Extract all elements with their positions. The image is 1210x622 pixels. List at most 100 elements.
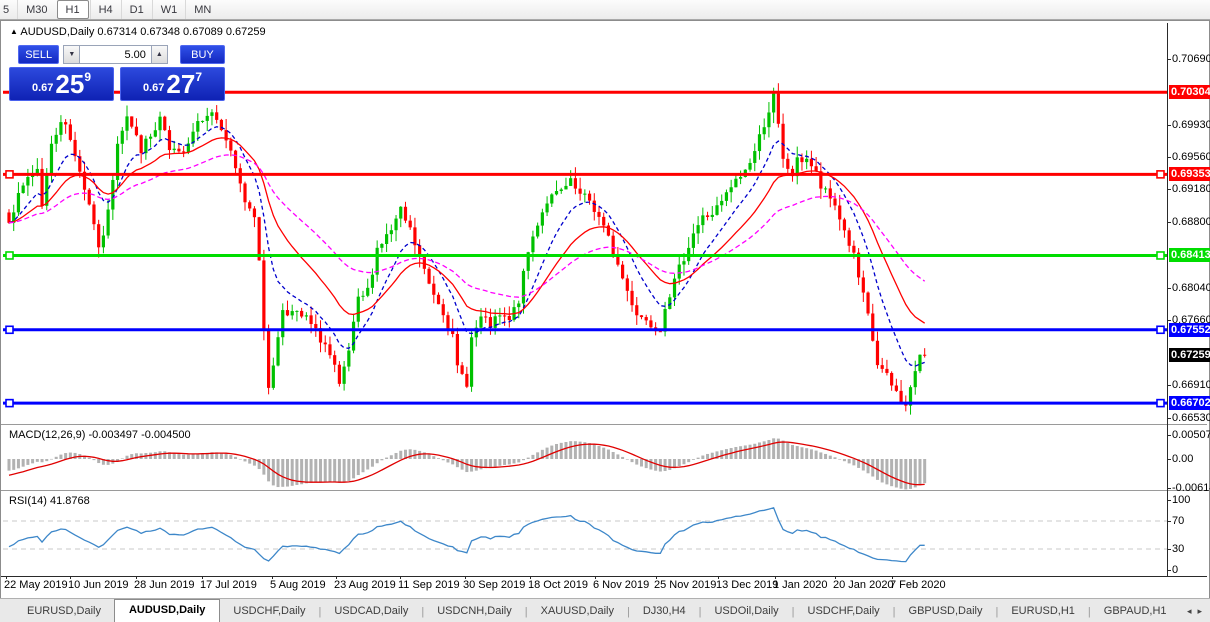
chart-tab-eurusd-h1[interactable]: EURUSD,H1	[998, 601, 1088, 622]
timeframe-button-mn[interactable]: MN	[185, 0, 219, 19]
price-axis-label: 0.68040	[1172, 281, 1210, 294]
time-axis-label: 20 Jan 2020	[833, 579, 894, 591]
rsi-axis-tickmark	[1167, 521, 1171, 522]
price-axis-tickmark	[1167, 385, 1171, 387]
macd-axis-label: -0.006148	[1172, 482, 1210, 495]
rsi-panel-canvas[interactable]	[3, 492, 1167, 576]
time-axis-label: 25 Nov 2019	[654, 579, 717, 591]
chart-window: ▲ AUDUSD,Daily 0.67314 0.67348 0.67089 0…	[0, 20, 1210, 599]
chart-tab-eurusd-daily[interactable]: EURUSD,Daily	[14, 601, 114, 622]
time-axis-label: 1 Jan 2020	[773, 579, 828, 591]
sell-price-quote[interactable]: 0.67 25 9	[9, 67, 114, 101]
price-axis-tickmark	[1167, 124, 1171, 126]
chart-tab-audusd-daily[interactable]: AUDUSD,Daily	[113, 599, 221, 622]
price-tag-0.67259: 0.67259	[1169, 348, 1210, 363]
timeframe-button-h4[interactable]: H4	[89, 0, 121, 19]
sell-price-pip: 9	[84, 70, 92, 84]
rsi-axis-label: 30	[1172, 543, 1185, 555]
buy-price-pip: 7	[195, 70, 203, 84]
chart-tab-usdcad-daily[interactable]: USDCAD,Daily	[321, 601, 421, 622]
time-axis-label: 7 Feb 2020	[890, 579, 946, 591]
price-axis-label: 0.66910	[1172, 379, 1210, 392]
price-axis-tickmark	[1167, 222, 1171, 224]
price-tag-0.69353: 0.69353	[1169, 167, 1210, 182]
timeframe-button-d1[interactable]: D1	[120, 0, 152, 19]
macd-indicator-label: MACD(12,26,9) -0.003497 -0.004500	[9, 429, 191, 441]
price-axis-tickmark	[1167, 156, 1171, 158]
volume-decrease-button[interactable]: ▼	[63, 45, 81, 64]
time-axis-label: 28 Jun 2019	[134, 579, 195, 591]
volume-increase-button[interactable]: ▲	[150, 45, 168, 64]
chart-tab-bar: EURUSD,Daily AUDUSD,Daily USDCHF,Daily | USD…	[0, 598, 1210, 622]
price-axis-label: 0.68800	[1172, 216, 1210, 229]
chart-tab-usdchf-daily[interactable]: USDCHF,Daily	[795, 601, 893, 622]
macd-axis-tickmark	[1167, 459, 1171, 460]
macd-axis-tickmark	[1167, 488, 1171, 490]
chart-tab-gbpusd-daily[interactable]: GBPUSD,Daily	[896, 601, 996, 622]
buy-price-quote[interactable]: 0.67 27 7	[120, 67, 225, 101]
symbol-ohlc-line: ▲ AUDUSD,Daily 0.67314 0.67348 0.67089 0…	[10, 26, 266, 38]
timeframe-button-5[interactable]: 5	[0, 0, 17, 19]
price-axis-tickmark	[1167, 287, 1171, 289]
price-axis-label: 0.70690	[1172, 53, 1210, 65]
timeframe-toolbar: 5 M30 H1 H4 D1 W1 MN	[0, 0, 1210, 20]
rsi-axis-label: 0	[1172, 564, 1179, 576]
macd-axis-label: 0.00	[1172, 453, 1194, 465]
rsi-axis-tickmark	[1167, 570, 1171, 571]
chart-tab-xauusd-daily[interactable]: XAUUSD,Daily	[528, 601, 627, 622]
price-tag-0.70304: 0.70304	[1169, 85, 1210, 100]
time-axis-label: 11 Sep 2019	[398, 579, 460, 591]
price-axis-label: 0.69180	[1172, 183, 1210, 196]
price-tag-0.66702: 0.66702	[1169, 396, 1210, 411]
rsi-axis-tickmark	[1167, 549, 1171, 550]
timeframe-button-w1[interactable]: W1	[151, 0, 186, 19]
macd-axis-label: 0.005076	[1172, 429, 1210, 441]
time-axis-border	[1, 576, 1207, 577]
timeframe-button-h1[interactable]: H1	[56, 0, 89, 19]
time-axis-label: 17 Jul 2019	[200, 579, 257, 591]
price-axis-tickmark	[1167, 59, 1171, 60]
rsi-axis-label: 100	[1172, 494, 1191, 506]
time-axis-label: 22 May 2019	[4, 579, 68, 591]
rsi-axis-tickmark	[1167, 500, 1171, 501]
timeframe-button-m30[interactable]: M30	[17, 0, 55, 19]
trading-terminal: 5 M30 H1 H4 D1 W1 MN ▲ AUDUSD,Daily 0.67314 0.…	[0, 0, 1210, 622]
chart-tab-usdcnh-daily[interactable]: USDCNH,Daily	[424, 601, 525, 622]
one-click-trading-panel: SELL ▼ 5.00 ▲ BUY 0.67 25 9 0.67 27 7	[9, 45, 225, 101]
buy-price-prefix: 0.67	[142, 82, 165, 94]
time-axis-label: 6 Nov 2019	[593, 579, 650, 591]
symbol-name: AUDUSD,Daily	[20, 26, 95, 38]
volume-input[interactable]: 5.00	[80, 45, 151, 64]
price-axis-tickmark	[1167, 417, 1171, 419]
sell-button[interactable]: SELL	[18, 45, 60, 64]
price-axis-tickmark	[1167, 189, 1171, 191]
time-axis-label: 30 Sep 2019	[463, 579, 526, 591]
time-axis-label: 23 Aug 2019	[334, 579, 396, 591]
sell-price-prefix: 0.67	[31, 82, 54, 94]
moving-average-45	[8, 154, 926, 298]
price-axis-label: 0.66530	[1172, 411, 1210, 424]
chart-tab-usdchf-daily[interactable]: USDCHF,Daily	[220, 601, 318, 622]
price-axis-label: 0.69930	[1172, 118, 1210, 131]
sell-price-big: 25	[55, 69, 85, 99]
buy-button[interactable]: BUY	[179, 45, 225, 64]
price-axis-tickmark	[1167, 320, 1171, 322]
chart-tab-gbpaud-h1[interactable]: GBPAUD,H1	[1091, 601, 1180, 622]
tab-scroll-buttons: ◂ ▸	[1187, 606, 1210, 617]
price-axis-border	[1167, 23, 1168, 576]
time-axis-label: 10 Jun 2019	[68, 579, 129, 591]
window-collapse-icon: ▲	[10, 27, 18, 36]
rsi-axis-label: 70	[1172, 515, 1185, 527]
chart-tab-dj30-h4[interactable]: DJ30,H4	[630, 601, 699, 622]
price-axis-label: 0.69560	[1172, 150, 1210, 163]
time-axis-label: 18 Oct 2019	[528, 579, 588, 591]
rsi-indicator-label: RSI(14) 41.8768	[9, 495, 90, 507]
time-axis-label: 5 Aug 2019	[270, 579, 326, 591]
tab-scroll-right-icon[interactable]: ▸	[1197, 606, 1202, 617]
macd-axis-tickmark	[1167, 435, 1171, 436]
ohlc-values: 0.67314 0.67348 0.67089 0.67259	[97, 26, 266, 38]
buy-price-big: 27	[166, 69, 196, 99]
tab-scroll-left-icon[interactable]: ◂	[1187, 606, 1192, 617]
chart-tab-usdoil-daily[interactable]: USDOil,Daily	[701, 601, 791, 622]
price-tag-0.67552: 0.67552	[1169, 322, 1210, 337]
